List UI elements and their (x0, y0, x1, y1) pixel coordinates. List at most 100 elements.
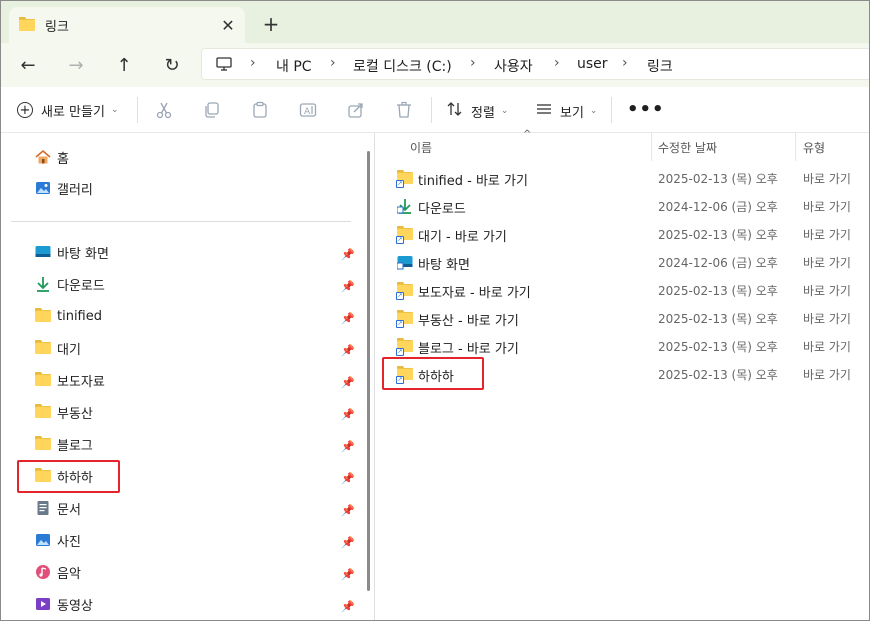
sidebar-item-blog[interactable]: 블로그 (35, 433, 93, 455)
sort-button[interactable]: 정렬 ⌄ (447, 101, 508, 121)
svg-text:A: A (304, 107, 311, 117)
chevron-right-icon: › (622, 55, 628, 71)
pin-icon[interactable]: 📌 (341, 504, 355, 518)
music-icon (35, 564, 51, 580)
file-date: 2025-02-13 (목) 오후 (658, 340, 778, 354)
forward-button[interactable]: → (62, 51, 90, 79)
copy-icon[interactable] (203, 101, 221, 119)
sort-ascending-icon: ^ (523, 129, 532, 140)
close-tab-button[interactable]: ✕ (217, 14, 239, 36)
paste-icon[interactable] (251, 101, 269, 119)
sidebar-item-realestate[interactable]: 부동산 (35, 401, 93, 423)
sidebar-item-label: 동영상 (57, 598, 93, 614)
sidebar-item-home[interactable]: 홈 (35, 146, 69, 168)
pin-icon[interactable]: 📌 (341, 376, 355, 390)
tab-links[interactable]: 링크 ✕ (9, 7, 245, 43)
column-divider[interactable] (795, 133, 796, 161)
file-type: 바로 가기 (803, 256, 851, 270)
back-button[interactable]: ← (14, 51, 42, 79)
sidebar-item-desktop[interactable]: 바탕 화면 (35, 241, 109, 263)
pin-icon[interactable]: 📌 (341, 248, 355, 262)
file-date: 2025-02-13 (목) 오후 (658, 312, 778, 326)
sidebar-item-music[interactable]: 음악 (35, 561, 81, 583)
folder-shortcut-icon: ↗ (396, 226, 413, 244)
pictures-icon (35, 532, 51, 548)
breadcrumb-user[interactable]: user (577, 56, 608, 72)
folder-shortcut-icon: ↗ (396, 282, 413, 300)
sidebar-item-hahaha[interactable]: 하하하 (35, 465, 93, 487)
gallery-icon (35, 180, 51, 196)
file-date: 2025-02-13 (목) 오후 (658, 228, 778, 242)
list-item[interactable]: 바탕 화면 2024-12-06 (금) 오후 바로 가기 (375, 249, 869, 275)
address-bar[interactable]: › 내 PC › 로컬 디스크 (C:) › 사용자 › user › 링크 (201, 48, 869, 80)
file-name: 하하하 (418, 370, 454, 385)
column-header-date[interactable]: 수정한 날짜 (658, 139, 717, 156)
sidebar-item-documents[interactable]: 문서 (35, 497, 81, 519)
cut-icon[interactable] (155, 101, 173, 119)
file-name: 다운로드 (418, 202, 466, 217)
plus-circle-icon: + (17, 102, 33, 118)
new-button-label: 새로 만들기 (41, 104, 105, 120)
list-item[interactable]: 다운로드 2024-12-06 (금) 오후 바로 가기 (375, 193, 869, 219)
column-header-type[interactable]: 유형 (803, 139, 825, 156)
list-item[interactable]: ↗ 보도자료 - 바로 가기 2025-02-13 (목) 오후 바로 가기 (375, 277, 869, 303)
sidebar-item-waiting[interactable]: 대기 (35, 337, 81, 359)
pin-icon[interactable]: 📌 (341, 408, 355, 422)
sidebar-item-label: 대기 (57, 342, 81, 358)
chevron-down-icon: ⌄ (589, 106, 598, 116)
pin-icon[interactable]: 📌 (341, 280, 355, 294)
file-list: ^ 이름 수정한 날짜 유형 ↗ tinified - 바로 가기 2025-0… (375, 129, 869, 620)
pin-icon[interactable]: 📌 (341, 312, 355, 326)
folder-icon (35, 404, 51, 420)
sidebar-item-gallery[interactable]: 갤러리 (35, 177, 93, 199)
sidebar-item-label: 하하하 (57, 470, 93, 486)
column-header-name[interactable]: 이름 (410, 139, 432, 156)
breadcrumb-users[interactable]: 사용자 (494, 56, 533, 76)
list-item[interactable]: ↗ 블로그 - 바로 가기 2025-02-13 (목) 오후 바로 가기 (375, 333, 869, 359)
file-name: 블로그 - 바로 가기 (418, 342, 519, 357)
share-icon[interactable] (347, 101, 365, 119)
new-tab-button[interactable]: + (259, 12, 283, 36)
rename-icon[interactable]: A (299, 101, 317, 119)
sidebar-item-tinified[interactable]: tinified (35, 305, 102, 327)
folder-icon (19, 17, 35, 33)
pin-icon[interactable]: 📌 (341, 600, 355, 614)
pin-icon[interactable]: 📌 (341, 536, 355, 550)
breadcrumb-local-disk[interactable]: 로컬 디스크 (C:) (353, 56, 452, 76)
list-item[interactable]: ↗ 하하하 2025-02-13 (목) 오후 바로 가기 (375, 361, 869, 387)
folder-shortcut-icon: ↗ (396, 310, 413, 328)
list-item[interactable]: ↗ 부동산 - 바로 가기 2025-02-13 (목) 오후 바로 가기 (375, 305, 869, 331)
sidebar-item-label: tinified (57, 308, 102, 324)
pin-icon[interactable]: 📌 (341, 472, 355, 486)
list-item[interactable]: ↗ tinified - 바로 가기 2025-02-13 (목) 오후 바로 … (375, 165, 869, 191)
view-button[interactable]: 보기 ⌄ (536, 101, 597, 121)
sidebar-item-downloads[interactable]: 다운로드 (35, 273, 105, 295)
sidebar-item-pictures[interactable]: 사진 (35, 529, 81, 551)
pin-icon[interactable]: 📌 (341, 440, 355, 454)
view-label: 보기 (560, 105, 584, 121)
divider (431, 97, 432, 123)
new-button[interactable]: + 새로 만들기 ⌄ (17, 100, 118, 120)
pin-icon[interactable]: 📌 (341, 344, 355, 358)
sidebar-item-videos[interactable]: 동영상 (35, 593, 93, 615)
sidebar-item-press[interactable]: 보도자료 (35, 369, 105, 391)
pin-icon[interactable]: 📌 (341, 568, 355, 582)
sidebar-item-label: 블로그 (57, 438, 93, 454)
file-date: 2024-12-06 (금) 오후 (658, 256, 778, 270)
more-options-button[interactable]: ••• (627, 99, 665, 120)
list-item[interactable]: ↗ 대기 - 바로 가기 2025-02-13 (목) 오후 바로 가기 (375, 221, 869, 247)
file-type: 바로 가기 (803, 284, 851, 298)
home-icon (35, 149, 51, 165)
chevron-down-icon: ⌄ (500, 106, 509, 116)
breadcrumb-links[interactable]: 링크 (647, 56, 673, 76)
delete-icon[interactable] (395, 101, 413, 119)
sidebar-item-label: 부동산 (57, 406, 93, 422)
file-type: 바로 가기 (803, 368, 851, 382)
command-bar: + 새로 만들기 ⌄ A 정렬 ⌄ 보기 ⌄ ••• (1, 87, 869, 133)
folder-icon (35, 372, 51, 388)
sidebar-scrollbar[interactable] (367, 151, 370, 591)
breadcrumb-my-pc[interactable]: 내 PC (276, 56, 312, 76)
refresh-button[interactable]: ↻ (158, 51, 186, 79)
up-button[interactable]: ↑ (110, 51, 138, 79)
column-divider[interactable] (651, 133, 652, 161)
